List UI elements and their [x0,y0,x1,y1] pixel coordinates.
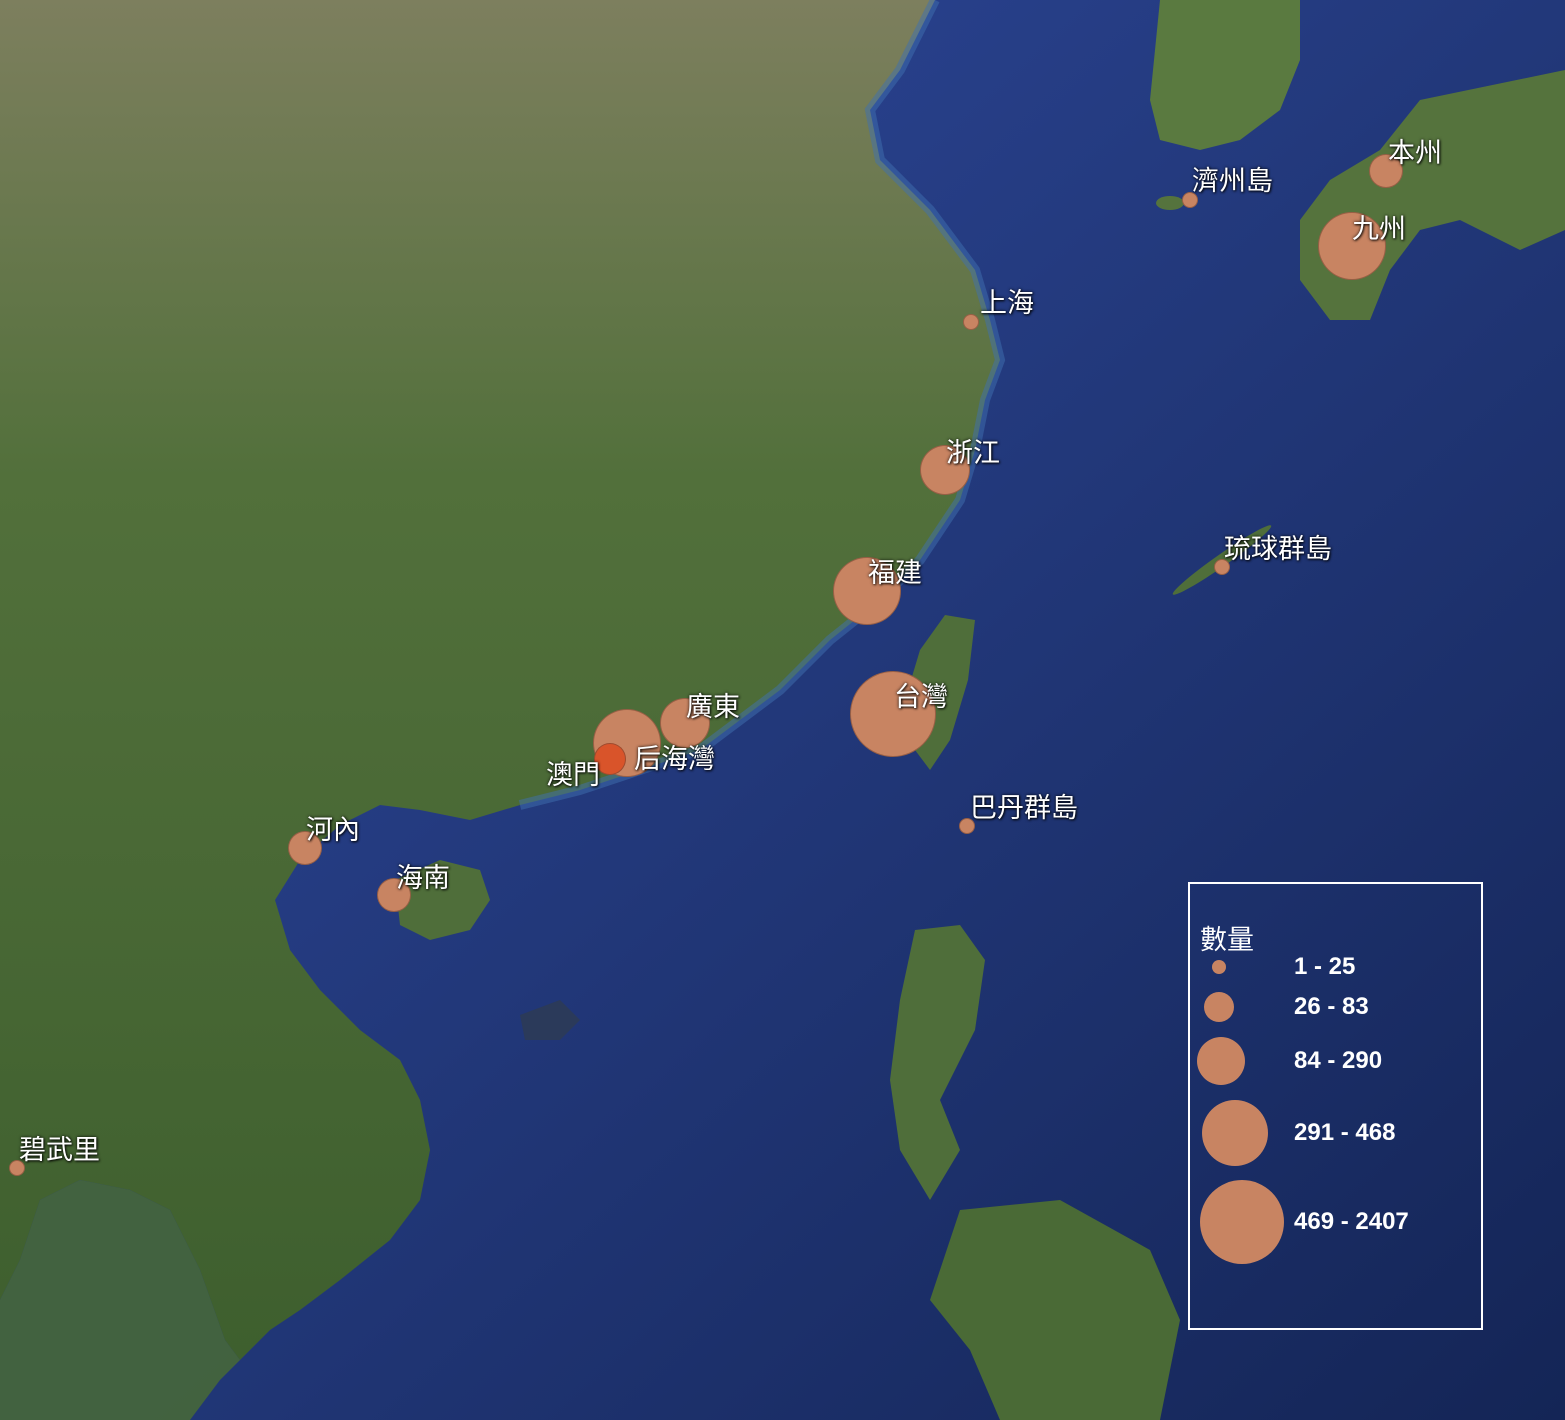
legend-label-class-2: 26 - 83 [1294,993,1369,1020]
label-kyushu: 九州 [1352,214,1406,245]
legend-label-class-5: 469 - 2407 [1294,1208,1409,1235]
legend-symbol-class-3 [1197,1037,1245,1085]
label-hanoi: 河內 [306,815,360,846]
label-zhejiang: 浙江 [946,438,1000,469]
label-houhaiwan: 后海灣 [634,744,715,775]
jeju-island [1156,196,1184,210]
label-hainan: 海南 [396,863,450,894]
label-fujian: 福建 [868,558,922,589]
legend-title: 數量 [1200,925,1254,956]
label-guangdong: 廣東 [686,692,740,723]
marker-shanghai[interactable] [963,314,979,330]
legend-label-class-1: 1 - 25 [1294,953,1356,980]
legend-symbol-class-1 [1212,960,1226,974]
label-shanghai: 上海 [980,288,1034,319]
label-ryukyu: 琉球群島 [1224,534,1332,565]
legend-label-class-3: 84 - 290 [1294,1047,1383,1074]
legend-symbol-class-2 [1204,992,1234,1022]
label-pattani: 碧武里 [19,1135,100,1166]
label-taiwan: 台灣 [894,682,948,713]
legend-panel: 數量 1 - 25 26 - 83 84 - 290 291 - 468 469… [1188,882,1483,1330]
map-view[interactable]: 本州 濟州島 九州 上海 浙江 琉球群島 福建 台灣 廣東 后海灣 澳門 巴丹群… [0,0,1565,1420]
label-honshu: 本州 [1388,138,1442,169]
label-batanes: 巴丹群島 [970,793,1078,824]
legend-label-class-4: 291 - 468 [1294,1119,1396,1146]
label-macau: 澳門 [546,760,600,791]
label-jeju: 濟州島 [1192,166,1273,197]
legend-symbol-class-4 [1202,1100,1268,1166]
legend-symbol-class-5 [1200,1180,1284,1264]
